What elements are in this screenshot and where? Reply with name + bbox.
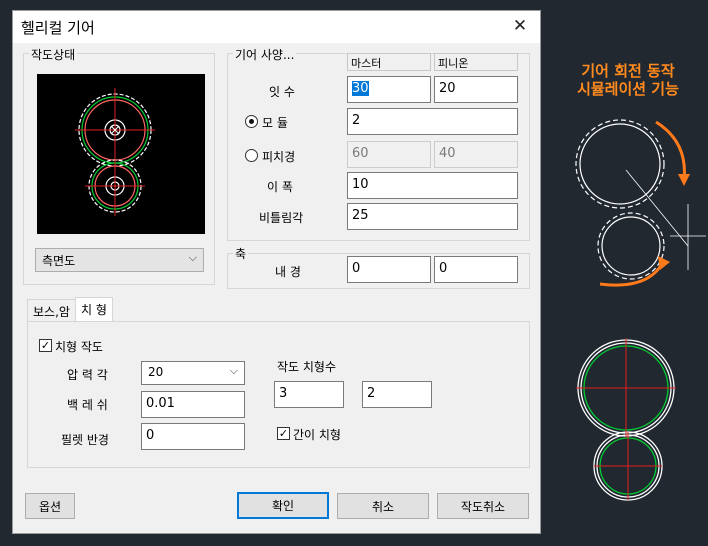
bore-master-input[interactable]: 0 xyxy=(347,256,431,283)
cancel-button[interactable]: 취소 xyxy=(337,493,429,519)
pitch-pinion-input[interactable]: 40 xyxy=(434,141,518,168)
dialog-title: 헬리컬 기어 xyxy=(21,19,95,37)
tab-tooth-profile[interactable]: 치 형 xyxy=(75,297,113,321)
chevron-down-icon: ⌵ xyxy=(229,364,238,377)
options-button[interactable]: 옵션 xyxy=(25,493,75,519)
draw-count-master-input[interactable]: 3 xyxy=(274,381,344,408)
pressure-angle-label: 압 력 각 xyxy=(67,368,108,382)
module-label: 모 듈 xyxy=(262,116,288,130)
pressure-angle-select[interactable]: 20 ⌵ xyxy=(141,361,245,385)
simple-tooth-label: 간이 치형 xyxy=(293,428,341,442)
column-pinion: 피니온 xyxy=(434,53,518,71)
fillet-label: 필렛 반경 xyxy=(61,433,109,447)
draw-count-pinion-input[interactable]: 2 xyxy=(362,381,432,408)
draw-state-label: 작도상태 xyxy=(29,46,78,63)
column-master: 마스터 xyxy=(347,53,431,71)
pressure-angle-value: 20 xyxy=(148,365,164,379)
face-width-label: 이 폭 xyxy=(267,180,293,194)
bore-label: 내 경 xyxy=(275,265,301,279)
module-input[interactable]: 2 xyxy=(347,108,518,135)
gear-spec-label: 기어 사양... xyxy=(233,46,297,63)
draw-count-label: 작도 치형수 xyxy=(277,360,337,374)
teeth-label: 잇 수 xyxy=(269,85,295,99)
tab-boss-arm[interactable]: 보스,암 xyxy=(27,299,76,321)
simple-tooth-checkbox[interactable]: ✓ xyxy=(277,427,290,440)
draw-tooth-checkbox[interactable]: ✓ xyxy=(39,339,52,352)
face-width-input[interactable]: 10 xyxy=(347,172,518,199)
close-button[interactable]: ✕ xyxy=(500,11,540,41)
teeth-pinion-input[interactable]: 20 xyxy=(434,76,518,103)
pitch-radio[interactable] xyxy=(245,149,258,162)
module-radio[interactable] xyxy=(245,115,258,128)
backlash-input[interactable]: 0.01 xyxy=(141,391,245,418)
title-bar: 헬리컬 기어 ✕ xyxy=(13,11,540,43)
pitch-label: 피치경 xyxy=(262,150,296,164)
gear-rotation-illustration xyxy=(575,119,706,287)
fillet-input[interactable]: 0 xyxy=(141,423,245,450)
helix-angle-input[interactable]: 25 xyxy=(347,203,518,230)
ok-button[interactable]: 확인 xyxy=(237,492,329,519)
gear-preview-canvas xyxy=(37,74,205,234)
view-select[interactable]: 측면도 ⌵ xyxy=(35,248,204,272)
draw-tooth-label: 치형 작도 xyxy=(55,340,103,354)
bore-pinion-input[interactable]: 0 xyxy=(434,256,518,283)
gear-side-view-illustration xyxy=(576,338,676,501)
view-select-value: 측면도 xyxy=(42,254,76,268)
helical-gear-dialog: 헬리컬 기어 ✕ 작도상태 측면도 ⌵ 기어 사양... 마스터 피니온 잇 수… xyxy=(12,10,541,534)
draw-cancel-button[interactable]: 작도취소 xyxy=(437,493,529,519)
pitch-master-input[interactable]: 60 xyxy=(347,141,431,168)
teeth-master-input[interactable]: 30 xyxy=(347,76,431,103)
helix-angle-label: 비틀림각 xyxy=(259,211,304,225)
chevron-down-icon: ⌵ xyxy=(188,251,197,264)
shaft-label: 축 xyxy=(233,245,249,262)
caption-line-2: 시뮬레이션 기능 xyxy=(577,80,679,98)
backlash-label: 백 레 쉬 xyxy=(67,398,108,412)
teeth-master-value: 30 xyxy=(352,81,369,96)
